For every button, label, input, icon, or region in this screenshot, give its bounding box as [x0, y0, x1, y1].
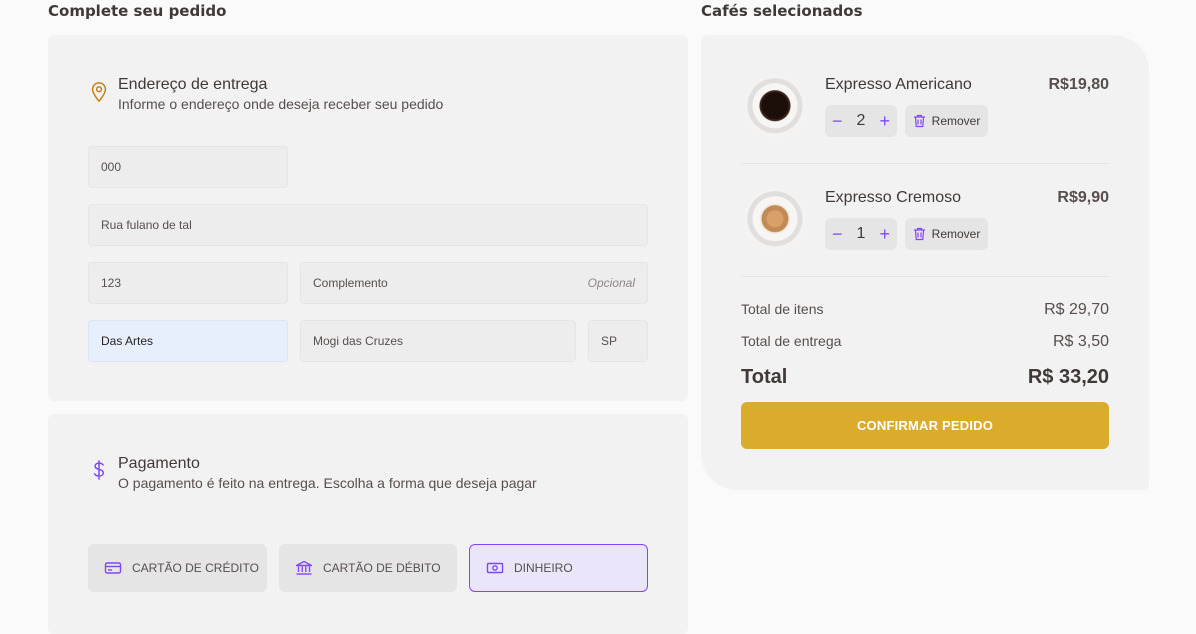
- uf-value: SP: [601, 334, 618, 348]
- trash-icon: [913, 114, 925, 128]
- summary-delivery-row: Total de entrega R$ 3,50: [741, 333, 1109, 351]
- city-value: Mogi das Cruzes: [313, 334, 404, 348]
- address-subtitle: Informe o endereço onde deseja receber s…: [118, 96, 444, 112]
- quantity-value: 2: [856, 112, 866, 129]
- remove-label: Remover: [931, 227, 981, 241]
- summary-items-label: Total de itens: [741, 301, 824, 317]
- payment-option-credit[interactable]: CARTÃO DE CRÉDITO: [88, 544, 267, 592]
- summary-delivery-label: Total de entrega: [741, 333, 842, 349]
- bank-icon: [295, 560, 313, 575]
- neighborhood-field[interactable]: Das Artes: [88, 320, 288, 362]
- cart-item-name: Expresso Americano: [825, 76, 972, 93]
- cart-item-price: R$9,90: [1057, 189, 1109, 206]
- cep-value: 000: [101, 160, 122, 174]
- complement-placeholder: Complemento: [313, 276, 388, 290]
- remove-button[interactable]: Remover: [905, 105, 988, 137]
- money-icon: [486, 562, 504, 574]
- neighborhood-value: Das Artes: [101, 334, 154, 348]
- cart-card: Expresso Americano R$19,80 − 2 + Remover…: [701, 35, 1149, 490]
- coffee-image-americano: [743, 75, 807, 139]
- summary-delivery-value: R$ 3,50: [1052, 333, 1109, 350]
- quantity-value: 1: [856, 225, 866, 242]
- remove-label: Remover: [931, 114, 981, 128]
- cart-item-name: Expresso Cremoso: [825, 189, 962, 206]
- address-header: Endereço de entrega Informe o endereço o…: [88, 75, 443, 113]
- payment-option-cash-label: DINHEIRO: [514, 561, 573, 575]
- confirm-order-button[interactable]: CONFIRMAR PEDIDO: [741, 402, 1109, 449]
- street-value: Rua fulano de tal: [101, 218, 192, 232]
- map-pin-icon: [91, 82, 107, 103]
- payment-header: Pagamento O pagamento é feito na entrega…: [88, 454, 537, 492]
- address-title: Endereço de entrega: [118, 76, 268, 93]
- cep-field[interactable]: 000: [88, 146, 288, 188]
- complement-field[interactable]: Complemento Opcional: [300, 262, 648, 304]
- street-field[interactable]: Rua fulano de tal: [88, 204, 648, 246]
- address-card: Endereço de entrega Informe o endereço o…: [48, 35, 688, 401]
- order-section-title: Complete seu pedido: [48, 2, 227, 20]
- optional-label: Opcional: [587, 276, 635, 290]
- divider: [741, 276, 1109, 277]
- uf-field[interactable]: SP: [588, 320, 648, 362]
- trash-icon: [913, 227, 925, 241]
- payment-option-debit-label: CARTÃO DE DÉBITO: [323, 561, 441, 575]
- dollar-icon: [93, 460, 105, 480]
- summary-total-label: Total: [741, 366, 788, 388]
- coffee-image-cremoso: [743, 188, 807, 252]
- plus-icon[interactable]: +: [879, 111, 890, 132]
- quantity-stepper[interactable]: − 1 +: [825, 218, 897, 250]
- payment-option-cash[interactable]: DINHEIRO: [469, 544, 648, 592]
- summary-items-row: Total de itens R$ 29,70: [741, 301, 1109, 319]
- minus-icon[interactable]: −: [832, 111, 843, 132]
- credit-card-icon: [104, 562, 122, 574]
- city-field[interactable]: Mogi das Cruzes: [300, 320, 576, 362]
- divider: [741, 163, 1109, 164]
- summary-total-row: Total R$ 33,20: [741, 366, 1109, 389]
- payment-subtitle: O pagamento é feito na entrega. Escolha …: [118, 475, 537, 491]
- cart-section-title: Cafés selecionados: [701, 2, 863, 20]
- quantity-stepper[interactable]: − 2 +: [825, 105, 897, 137]
- payment-title: Pagamento: [118, 455, 200, 472]
- plus-icon[interactable]: +: [879, 224, 890, 245]
- payment-option-debit[interactable]: CARTÃO DE DÉBITO: [279, 544, 457, 592]
- payment-option-credit-label: CARTÃO DE CRÉDITO: [132, 561, 259, 575]
- number-field[interactable]: 123: [88, 262, 288, 304]
- cart-item-price: R$19,80: [1048, 76, 1110, 93]
- number-value: 123: [101, 276, 122, 290]
- summary-total-value: R$ 33,20: [1027, 366, 1109, 388]
- remove-button[interactable]: Remover: [905, 218, 988, 250]
- minus-icon[interactable]: −: [832, 224, 843, 245]
- payment-card: Pagamento O pagamento é feito na entrega…: [48, 414, 688, 634]
- summary-items-value: R$ 29,70: [1044, 301, 1109, 318]
